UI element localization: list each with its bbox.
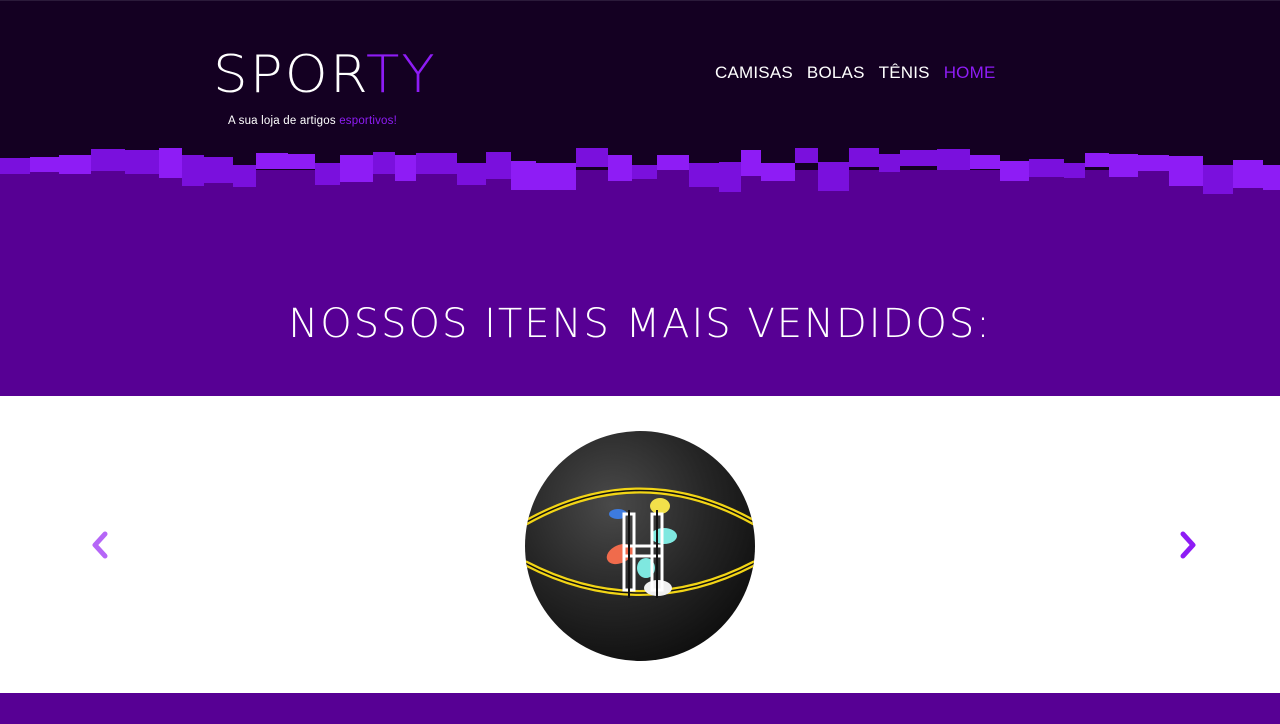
main-nav: CAMISAS BOLAS TÊNIS HOME	[715, 63, 996, 83]
nav-item-camisas[interactable]: CAMISAS	[715, 63, 793, 83]
tagline: A sua loja de artigos esportivos!	[228, 115, 397, 127]
product-carousel	[0, 396, 1280, 693]
hero-title: NOSSOS ITENS MAIS VENDIDOS:	[288, 301, 992, 347]
nav-item-bolas[interactable]: BOLAS	[807, 63, 865, 83]
nav-item-home[interactable]: HOME	[944, 63, 996, 83]
tagline-accent: esportivos!	[339, 115, 397, 127]
hero-section: NOSSOS ITENS MAIS VENDIDOS:	[0, 170, 1280, 396]
pixel-wave-divider	[0, 148, 1280, 200]
footer-bar	[0, 693, 1280, 724]
nav-item-tenis[interactable]: TÊNIS	[879, 63, 930, 83]
tagline-text: A sua loja de artigos	[228, 115, 336, 127]
chevron-right-icon[interactable]	[1176, 530, 1200, 560]
basketball-image[interactable]	[522, 428, 758, 664]
logo-text-main: SPOR	[213, 45, 366, 105]
logo[interactable]: SPORTY	[213, 45, 437, 105]
chevron-left-icon[interactable]	[88, 530, 112, 560]
logo-text-accent: TY	[365, 45, 437, 105]
